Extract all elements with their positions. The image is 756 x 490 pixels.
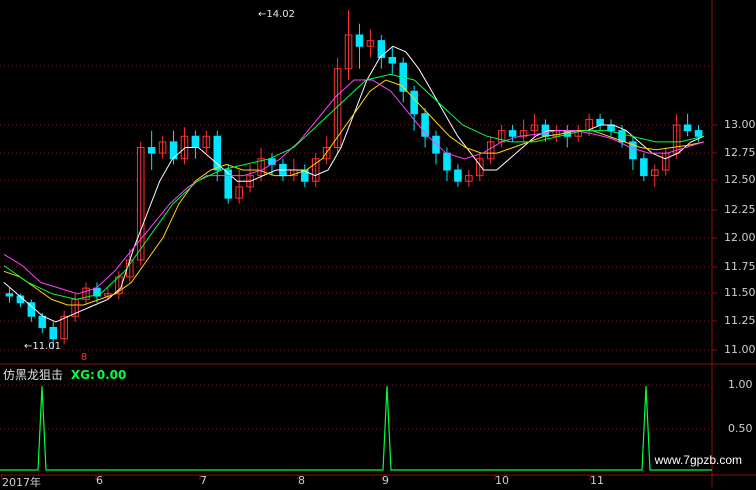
indicator-name: 仿黑龙狙击 bbox=[3, 368, 64, 382]
candle-body bbox=[5, 293, 14, 297]
y-tick-label: 0.50 bbox=[728, 422, 753, 435]
y-tick-label: 12.25 bbox=[724, 203, 756, 216]
candle-body bbox=[213, 135, 222, 171]
candle-body bbox=[640, 158, 648, 177]
y-tick-label: 1.00 bbox=[728, 378, 753, 391]
candle-body bbox=[49, 327, 57, 340]
ma-line-ma5 bbox=[3, 45, 705, 323]
x-tick-label: 9 bbox=[382, 474, 389, 487]
candle-body bbox=[388, 57, 397, 64]
y-tick-label: 11.50 bbox=[724, 286, 756, 299]
stock-chart-window: 仿黑龙狙击 XG: 0.00 ←14.02 ←11.01 8 13.00 12.75… bbox=[0, 0, 756, 489]
y-tick-label: 12.75 bbox=[724, 146, 756, 159]
x-tick-label: 7 bbox=[200, 474, 207, 487]
chart-canvas[interactable] bbox=[0, 0, 756, 487]
month-marker: 8 bbox=[81, 352, 88, 363]
x-tick-label: 2017年 bbox=[2, 476, 41, 489]
watermark: www.7gpzb.com bbox=[654, 453, 742, 467]
y-tick-label: 13.00 bbox=[724, 118, 756, 131]
candle-body bbox=[683, 124, 692, 132]
x-tick-label: 8 bbox=[298, 474, 305, 487]
low-price-annotation: ←11.01 bbox=[24, 341, 61, 352]
candle-body bbox=[377, 40, 386, 58]
y-tick-label: 11.75 bbox=[724, 260, 756, 273]
candle-body bbox=[191, 135, 200, 148]
candle-body bbox=[38, 315, 47, 328]
y-tick-label: 12.50 bbox=[724, 173, 756, 186]
low-price-label: 11.01 bbox=[32, 341, 62, 352]
candle-body bbox=[410, 90, 418, 115]
candle-body bbox=[355, 34, 364, 47]
ma-line-ma10 bbox=[3, 79, 705, 306]
high-price-annotation: ←14.02 bbox=[258, 9, 295, 20]
y-tick-label: 12.00 bbox=[724, 231, 756, 244]
x-tick-label: 10 bbox=[495, 474, 509, 487]
xg-value: 0.00 bbox=[96, 368, 127, 382]
candle-body bbox=[508, 130, 517, 137]
candle-body bbox=[596, 118, 604, 126]
candle-body bbox=[607, 124, 615, 132]
candle-body bbox=[147, 147, 156, 154]
xg-signal-line bbox=[0, 385, 712, 471]
ma-line-ma20 bbox=[3, 79, 705, 295]
x-tick-label: 11 bbox=[590, 474, 604, 487]
xg-label: XG: bbox=[70, 368, 95, 382]
high-price-label: 14.02 bbox=[266, 9, 296, 20]
candle-body bbox=[432, 135, 440, 154]
ma-line-ma60 bbox=[3, 73, 705, 300]
candle-body bbox=[443, 152, 451, 171]
candle-body bbox=[454, 169, 462, 182]
indicator-title: 仿黑龙狙击 XG: 0.00 bbox=[3, 366, 126, 383]
x-tick-label: 6 bbox=[96, 474, 103, 487]
candle-body bbox=[224, 169, 232, 199]
y-tick-label: 11.00 bbox=[724, 343, 756, 356]
y-tick-label: 11.25 bbox=[724, 314, 756, 327]
candle-body bbox=[694, 130, 703, 137]
